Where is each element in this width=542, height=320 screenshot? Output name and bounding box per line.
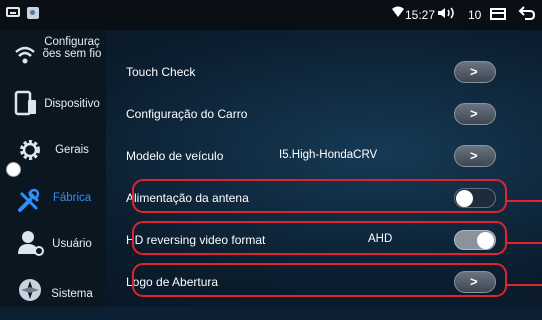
sidebar-item-user[interactable]: Usuário	[0, 226, 106, 276]
recent-apps-icon[interactable]	[490, 8, 506, 20]
sidebar-item-label: Sistema	[51, 288, 93, 300]
sidebar-item-label: Usuário	[52, 238, 92, 250]
settings-list: Touch Check > Configuração do Carro > Mo…	[106, 30, 542, 307]
volume-level: 10	[468, 8, 482, 22]
chevron-right-icon: >	[470, 106, 478, 121]
callout-line	[506, 200, 542, 202]
row-label: Configuração do Carro	[126, 107, 248, 121]
sidebar-item-factory[interactable]: Fábrica	[0, 178, 106, 228]
wifi-icon	[392, 6, 404, 17]
screen: 15:27 10 Configuraç ões sem fio Disposit…	[0, 0, 542, 307]
chevron-right-button[interactable]: >	[454, 61, 496, 83]
volume-icon[interactable]	[437, 6, 465, 20]
sidebar: Configuraç ões sem fio Dispositivo Gerai…	[0, 30, 106, 307]
chevron-right-button[interactable]: >	[454, 103, 496, 125]
clock-text: 15:27	[405, 8, 436, 22]
device-icon	[14, 90, 36, 116]
chevron-right-icon: >	[470, 64, 478, 79]
callout-line	[506, 284, 542, 286]
row-touch-check[interactable]: Touch Check >	[106, 52, 542, 94]
chevron-right-button[interactable]: >	[454, 145, 496, 167]
sidebar-item-wireless[interactable]: Configuraç ões sem fio	[0, 32, 106, 82]
row-value: I5.High-HondaCRV	[279, 149, 378, 161]
window-icon[interactable]	[6, 7, 20, 17]
sidebar-item-label: Configuraç ões sem fio	[42, 36, 102, 60]
photo-icon[interactable]	[27, 7, 39, 19]
gear-icon	[20, 140, 40, 160]
sidebar-item-device[interactable]: Dispositivo	[0, 82, 106, 132]
highlight-frame	[132, 263, 507, 297]
tools-icon	[18, 188, 40, 212]
sidebar-item-label: Gerais	[55, 144, 89, 156]
wifi-icon	[15, 46, 35, 64]
floating-assistive-dot[interactable]	[6, 162, 21, 177]
row-car-configuration[interactable]: Configuração do Carro >	[106, 94, 542, 136]
back-icon[interactable]	[518, 5, 536, 21]
highlight-frame	[132, 179, 507, 213]
sidebar-item-label: Dispositivo	[44, 98, 100, 110]
callout-line	[506, 242, 542, 244]
sidebar-item-label: Fábrica	[52, 192, 92, 204]
row-label: Modelo de veículo	[126, 149, 224, 163]
chevron-right-icon: >	[470, 148, 478, 163]
highlight-frame	[132, 221, 507, 255]
sidebar-item-system[interactable]: Sistema	[0, 270, 106, 320]
status-bar: 15:27 10	[0, 0, 542, 30]
row-label: Touch Check	[126, 65, 196, 79]
system-icon	[19, 279, 41, 301]
row-vehicle-model[interactable]: Modelo de veículo I5.High-HondaCRV >	[106, 136, 542, 178]
